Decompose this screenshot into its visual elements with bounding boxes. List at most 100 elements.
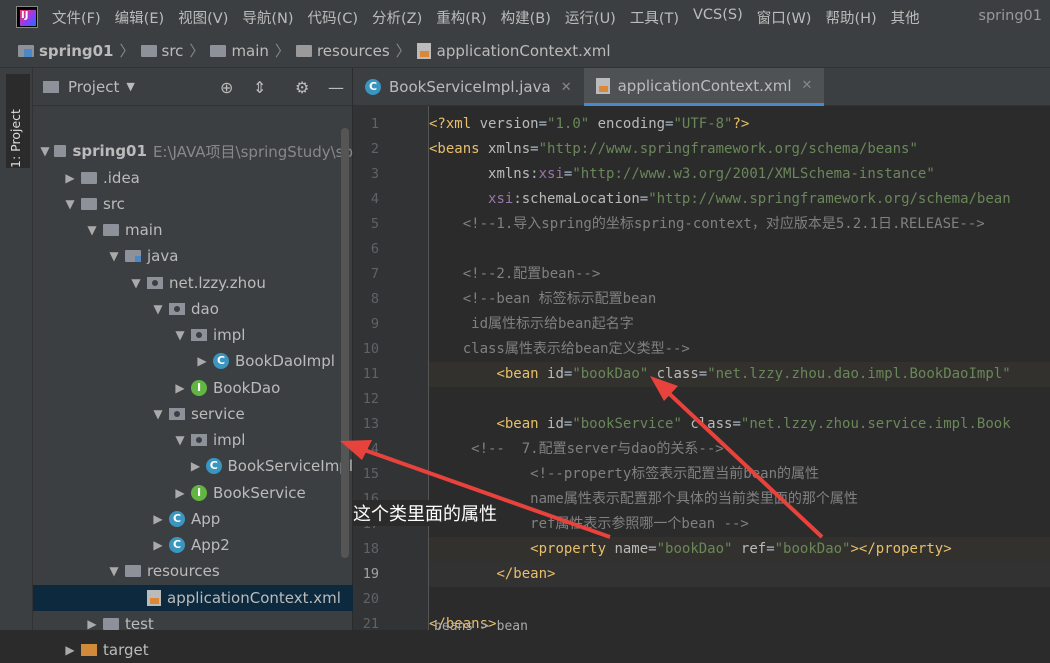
tree-item[interactable]: ▼ spring01 E:\JAVA项目\springStudy\sp — [33, 138, 353, 164]
code-line[interactable]: </bean> — [429, 562, 1050, 587]
menu-item[interactable]: VCS(S) — [693, 7, 743, 28]
menu-item[interactable]: 运行(U) — [565, 7, 616, 28]
code-line[interactable]: <bean id="bookService" class="net.lzzy.z… — [429, 412, 1050, 437]
code-line[interactable]: <!--1.导入spring的坐标spring-context，对应版本是5.2… — [429, 212, 1050, 237]
menu-item[interactable]: 视图(V) — [178, 7, 228, 28]
editor-tab[interactable]: C BookServiceImpl.java ✕ — [353, 68, 584, 106]
tree-item[interactable]: ▼ service — [33, 401, 353, 427]
tree-item[interactable]: ▼ dao — [33, 296, 353, 322]
gear-icon[interactable]: ⚙ — [295, 78, 309, 97]
tree-item[interactable]: ▼ main — [33, 217, 353, 243]
breadcrumb-item-src[interactable]: src — [140, 42, 183, 60]
chevron-right-icon[interactable]: ▶ — [191, 354, 213, 368]
code-line[interactable]: <?xml version="1.0" encoding="UTF-8"?> — [429, 112, 1050, 137]
tree-item-label: BookServiceImpl — [227, 457, 354, 475]
menu-item[interactable]: 窗口(W) — [757, 7, 812, 28]
chevron-down-icon[interactable]: ▼ — [147, 302, 169, 316]
tree-item[interactable]: ▼ impl — [33, 427, 353, 453]
code-line[interactable]: <!-- 7.配置server与dao的关系--> — [429, 437, 1050, 462]
chevron-right-icon[interactable]: ▶ — [185, 459, 206, 473]
code-line[interactable]: <!--2.配置bean--> — [429, 262, 1050, 287]
chevron-down-icon[interactable]: ▼ — [103, 564, 125, 578]
tree-item[interactable]: ▶ C BookServiceImpl — [33, 453, 353, 479]
menu-item[interactable]: 其他 — [891, 7, 920, 28]
tree-item[interactable]: applicationContext.xml — [33, 585, 353, 611]
code-token: <!--2.配置bean--> — [429, 266, 601, 282]
code-line[interactable]: ref属性表示参照哪一个bean --> — [429, 512, 1050, 537]
editor-tabs: C BookServiceImpl.java ✕ applicationContext… — [353, 68, 1050, 106]
menu-item[interactable]: 重构(R) — [436, 7, 486, 28]
chevron-down-icon[interactable]: ▼ — [59, 197, 81, 211]
close-icon[interactable]: ✕ — [561, 80, 572, 95]
menu-item[interactable]: 分析(Z) — [372, 7, 422, 28]
tree-item[interactable]: ▶ C App2 — [33, 532, 353, 558]
menu-item[interactable]: 编辑(E) — [115, 7, 164, 28]
code-line[interactable]: xsi:schemaLocation="http://www.springfra… — [429, 187, 1050, 212]
code-line[interactable] — [429, 387, 1050, 412]
tree-item[interactable]: ▶ C BookDaoImpl — [33, 348, 353, 374]
tree-item[interactable]: ▶ target — [33, 637, 353, 663]
breadcrumb-item-main[interactable]: main — [210, 42, 269, 60]
code-line[interactable]: <bean id="bookDao" class="net.lzzy.zhou.… — [429, 362, 1050, 387]
chevron-right-icon[interactable]: ▶ — [169, 381, 191, 395]
breadcrumb-item-file[interactable]: applicationContext.xml — [416, 42, 611, 60]
code-area[interactable]: <?xml version="1.0" encoding="UTF-8"?> <b… — [429, 106, 1050, 630]
menu-item[interactable]: 导航(N) — [242, 7, 293, 28]
chevron-right-icon[interactable]: ▶ — [169, 486, 191, 500]
chevron-down-icon[interactable]: ▼ — [147, 407, 169, 421]
menu-item[interactable]: 帮助(H) — [825, 7, 876, 28]
tree-item[interactable]: ▼ java — [33, 243, 353, 269]
tree-item[interactable]: ▼ resources — [33, 558, 353, 584]
tree-item[interactable]: ▶ C App — [33, 506, 353, 532]
locate-file-icon[interactable]: ⊕ — [220, 78, 233, 97]
code-line[interactable] — [429, 237, 1050, 262]
code-line[interactable]: name属性表示配置那个具体的当前类里面的那个属性 — [429, 487, 1050, 512]
project-tool-tab[interactable]: 1: Project — [6, 74, 30, 168]
chevron-down-icon[interactable]: ▼ — [169, 328, 191, 342]
code-line[interactable]: <!--property标签表示配置当前bean的属性 — [429, 462, 1050, 487]
collapse-all-icon[interactable]: ⇕ — [253, 78, 266, 97]
code-line[interactable]: <beans xmlns="http://www.springframework… — [429, 137, 1050, 162]
code-line[interactable]: xmlns:xsi="http://www.w3.org/2001/XMLSch… — [429, 162, 1050, 187]
line-number: 13 — [362, 416, 379, 432]
code-line[interactable]: class属性表示给bean定义类型--> — [429, 337, 1050, 362]
tree-item[interactable]: ▶ I BookService — [33, 480, 353, 506]
project-tree-scrollbar[interactable] — [341, 128, 349, 558]
project-view-selector[interactable]: Project — [68, 78, 119, 96]
breadcrumb-item-project[interactable]: spring01 — [18, 42, 114, 60]
close-icon[interactable]: ✕ — [802, 78, 813, 93]
breadcrumb-item-resources[interactable]: resources — [295, 42, 390, 60]
tree-item[interactable]: ▶ test — [33, 611, 353, 637]
tree-item[interactable]: ▶ .idea — [33, 165, 353, 191]
tree-item[interactable]: ▼ src — [33, 191, 353, 217]
hide-panel-icon[interactable]: — — [328, 78, 344, 97]
tree-item[interactable]: ▼ impl — [33, 322, 353, 348]
menu-item[interactable]: 工具(T) — [630, 7, 679, 28]
menu-bar: 文件(F) 编辑(E) 视图(V) 导航(N) 代码(C) 分析(Z) 重构(R) 构建(B)… — [0, 0, 1050, 34]
code-line[interactable]: <!--bean 标签标示配置bean — [429, 287, 1050, 312]
tree-item[interactable]: ▶ I BookDao — [33, 375, 353, 401]
chevron-down-icon[interactable]: ▼ — [36, 144, 54, 158]
editor-breadcrumb: beans > bean — [434, 619, 528, 634]
tree-item[interactable]: ▼ net.lzzy.zhou — [33, 270, 353, 296]
chevron-down-icon[interactable]: ▼ — [125, 276, 147, 290]
java-class-icon: C — [365, 79, 381, 95]
menu-item[interactable]: 代码(C) — [308, 7, 358, 28]
chevron-right-icon[interactable]: ▶ — [81, 617, 103, 631]
menu-item[interactable]: 文件(F) — [52, 7, 101, 28]
chevron-right-icon[interactable]: ▶ — [147, 538, 169, 552]
line-number: 3 — [370, 166, 379, 182]
editor-tab[interactable]: applicationContext.xml ✕ — [583, 68, 825, 106]
chevron-right-icon[interactable]: ▶ — [147, 512, 169, 526]
chevron-down-icon[interactable]: ▼ — [81, 223, 103, 237]
code-line[interactable]: <property name="bookDao" ref="bookDao"><… — [429, 537, 1050, 562]
menu-item[interactable]: 构建(B) — [501, 7, 551, 28]
code-line[interactable] — [429, 587, 1050, 612]
chevron-right-icon[interactable]: ▶ — [59, 643, 81, 657]
chevron-down-icon[interactable]: ▼ — [103, 249, 125, 263]
code-line[interactable]: id属性标示给bean起名字 — [429, 312, 1050, 337]
chevron-down-icon[interactable]: ▼ — [169, 433, 191, 447]
chevron-right-icon[interactable]: ▶ — [59, 171, 81, 185]
chevron-down-icon[interactable]: ▼ — [126, 80, 134, 93]
